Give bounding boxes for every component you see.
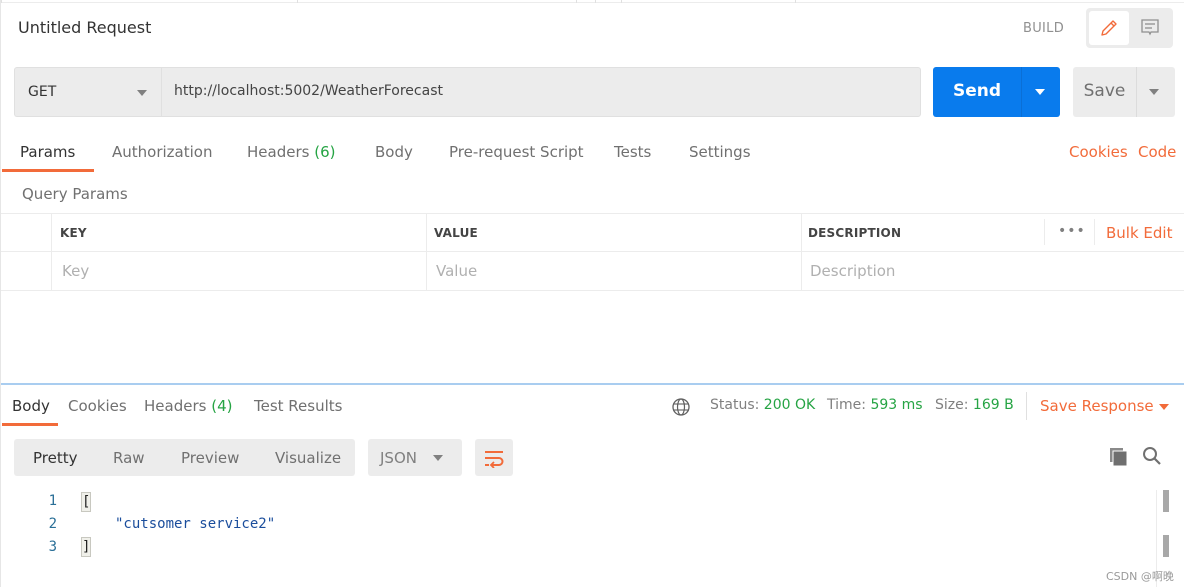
tab-pre-request-script[interactable]: Pre-request Script	[449, 143, 584, 161]
response-tab-headers[interactable]: Headers (4)	[144, 397, 232, 415]
pencil-icon	[1101, 20, 1117, 36]
code-line: "cutsomer service2"	[115, 516, 276, 532]
response-tab-body[interactable]: Body	[12, 397, 50, 415]
tab-stub[interactable]	[621, 0, 796, 3]
code-line: [	[81, 492, 91, 512]
response-size[interactable]: Size: 169 B	[935, 397, 1014, 413]
globe-icon[interactable]	[671, 397, 691, 417]
view-mode-visualize[interactable]: Visualize	[275, 449, 341, 467]
more-options-icon[interactable]: •••	[1058, 223, 1086, 239]
tab-stub[interactable]	[576, 0, 596, 3]
tab-params[interactable]: Params	[20, 143, 75, 161]
send-options-chevron-icon[interactable]	[1035, 89, 1045, 95]
divider	[1136, 67, 1137, 117]
query-params-title: Query Params	[22, 185, 128, 203]
response-time[interactable]: Time: 593 ms	[827, 397, 923, 413]
scrollbar-marker	[1163, 535, 1169, 557]
pane-resize-handle[interactable]	[1, 383, 1184, 385]
copy-icon[interactable]	[1109, 447, 1129, 467]
cookies-link[interactable]: Cookies	[1069, 143, 1128, 161]
response-tab-test-results[interactable]: Test Results	[254, 397, 342, 415]
view-mode-preview[interactable]: Preview	[181, 449, 239, 467]
comment-icon	[1141, 19, 1159, 36]
column-header-description: DESCRIPTION	[808, 226, 902, 240]
build-mode-button[interactable]	[1089, 11, 1129, 45]
chevron-down-icon[interactable]	[1159, 404, 1169, 410]
tab-authorization[interactable]: Authorization	[112, 143, 212, 161]
divider	[1026, 392, 1027, 420]
column-header-value: VALUE	[434, 226, 478, 240]
column-header-key: KEY	[60, 226, 87, 240]
view-mode-pretty[interactable]: Pretty	[33, 449, 78, 467]
bulk-edit-link[interactable]: Bulk Edit	[1106, 224, 1172, 242]
line-number: 3	[48, 539, 57, 555]
response-status[interactable]: Status: 200 OK	[710, 397, 815, 413]
code-line: ]	[81, 537, 91, 557]
code-link[interactable]: Code	[1138, 143, 1176, 161]
value-input[interactable]: Value	[436, 262, 477, 280]
request-title[interactable]: Untitled Request	[18, 18, 151, 37]
chevron-down-icon	[433, 455, 443, 461]
tab-tests[interactable]: Tests	[614, 143, 651, 161]
chevron-down-icon	[137, 90, 147, 96]
query-params-table: KEY VALUE DESCRIPTION ••• Bulk Edit Key …	[1, 213, 1184, 291]
method-select[interactable]: GET	[14, 67, 161, 117]
divider	[1021, 67, 1022, 117]
response-tab-cookies[interactable]: Cookies	[68, 397, 127, 415]
headers-count: (6)	[314, 143, 336, 161]
mode-toggle	[1086, 8, 1173, 48]
search-icon[interactable]	[1142, 446, 1162, 466]
wrap-lines-icon	[485, 450, 504, 468]
postman-request-window: Untitled Request BUILD GET http://localh…	[0, 0, 1184, 587]
status-value: 200 OK	[763, 397, 816, 413]
key-input[interactable]: Key	[62, 262, 89, 280]
save-label: Save	[1083, 81, 1126, 101]
response-headers-count: (4)	[211, 397, 233, 415]
line-number: 1	[48, 493, 57, 509]
tab-headers[interactable]: Headers (6)	[247, 143, 335, 161]
mode-label: BUILD	[1023, 21, 1065, 36]
save-options-chevron-icon[interactable]	[1149, 89, 1159, 95]
top-tab-strip	[1, 0, 1184, 3]
tab-body[interactable]: Body	[375, 143, 413, 161]
send-label: Send	[952, 81, 1002, 101]
save-button[interactable]: Save	[1073, 67, 1175, 117]
active-response-tab-indicator	[2, 423, 58, 426]
method-value: GET	[28, 84, 57, 100]
watermark: CSDN @啊晚	[1106, 570, 1174, 583]
wrap-lines-button[interactable]	[475, 439, 513, 476]
description-input[interactable]: Description	[810, 262, 895, 280]
time-value: 593 ms	[870, 397, 923, 413]
send-button[interactable]: Send	[933, 67, 1060, 117]
active-tab-indicator	[2, 169, 94, 172]
save-response-button[interactable]: Save Response	[1040, 397, 1154, 415]
url-value: http://localhost:5002/WeatherForecast	[174, 83, 443, 99]
view-mode-group: Pretty Raw Preview Visualize	[14, 439, 355, 476]
tab-settings[interactable]: Settings	[689, 143, 751, 161]
format-value: JSON	[380, 449, 417, 467]
size-value: 169 B	[972, 397, 1014, 413]
line-number: 2	[48, 516, 57, 532]
view-mode-raw[interactable]: Raw	[113, 449, 145, 467]
url-input[interactable]: http://localhost:5002/WeatherForecast	[161, 67, 921, 117]
format-select[interactable]: JSON	[368, 439, 462, 476]
scrollbar-marker	[1163, 490, 1169, 512]
comment-mode-button[interactable]	[1130, 11, 1170, 45]
tab-stub[interactable]	[1, 0, 298, 3]
